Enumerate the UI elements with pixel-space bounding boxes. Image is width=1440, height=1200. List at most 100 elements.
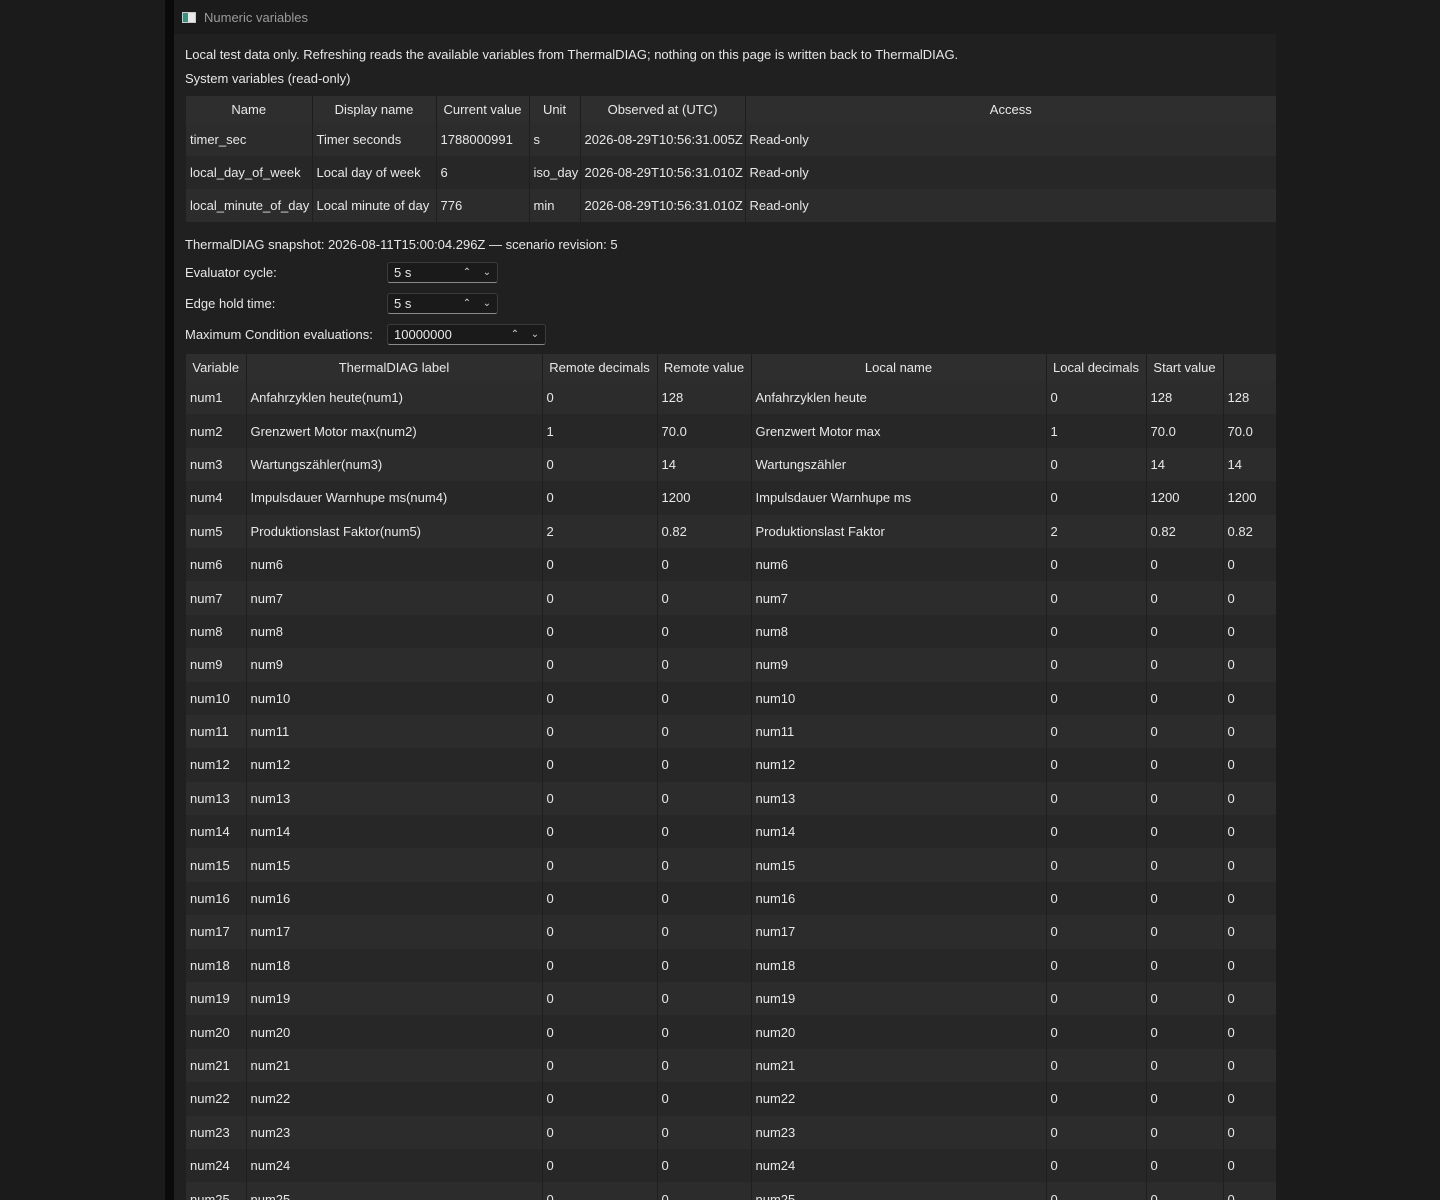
cell-current[interactable]: 0.82 bbox=[1223, 514, 1276, 548]
cell-start-value[interactable]: 0 bbox=[1146, 1148, 1224, 1183]
cell-current[interactable]: 0 bbox=[1223, 681, 1276, 715]
cell-local-name[interactable]: num8 bbox=[751, 614, 1047, 649]
cell-current[interactable]: 0 bbox=[1223, 915, 1276, 949]
table-row[interactable]: num16 num16 0 0 num16 0 0 0 bbox=[186, 881, 1276, 916]
cell-unit[interactable]: min bbox=[529, 189, 581, 222]
column-header-unit[interactable]: Unit bbox=[529, 96, 581, 123]
cell-variable[interactable]: num10 bbox=[186, 681, 247, 715]
cell-remote-decimals[interactable]: 0 bbox=[542, 714, 658, 749]
table-row[interactable]: num4 Impulsdauer Warnhupe ms(num4) 0 1200 Im… bbox=[186, 481, 1276, 515]
cell-variable[interactable]: num18 bbox=[186, 948, 247, 983]
cell-name[interactable]: timer_sec bbox=[186, 123, 313, 156]
table-row[interactable]: local_day_of_week Local day of week 6 iso_d… bbox=[186, 156, 1276, 189]
cell-remote-decimals[interactable]: 0 bbox=[542, 881, 658, 916]
cell-remote-decimals[interactable]: 0 bbox=[542, 481, 658, 515]
cell-remote-decimals[interactable]: 0 bbox=[542, 447, 658, 482]
cell-thermaldiag-label[interactable]: num9 bbox=[246, 648, 543, 682]
cell-current[interactable]: 0 bbox=[1223, 1015, 1276, 1049]
cell-start-value[interactable]: 0 bbox=[1146, 614, 1224, 649]
cell-remote-value[interactable]: 0 bbox=[657, 1148, 752, 1183]
cell-variable[interactable]: num8 bbox=[186, 614, 247, 649]
column-header-remote-value[interactable]: Remote value bbox=[657, 354, 752, 381]
cell-current[interactable]: 1200 bbox=[1223, 481, 1276, 515]
cell-start-value[interactable]: 0 bbox=[1146, 714, 1224, 749]
cell-local-name[interactable]: num16 bbox=[751, 881, 1047, 916]
cell-remote-decimals[interactable]: 1 bbox=[542, 414, 658, 448]
cell-remote-decimals[interactable]: 0 bbox=[542, 915, 658, 949]
cell-remote-decimals[interactable]: 0 bbox=[542, 1148, 658, 1183]
cell-variable[interactable]: num6 bbox=[186, 547, 247, 582]
cell-local-decimals[interactable]: 0 bbox=[1046, 781, 1147, 816]
cell-local-decimals[interactable]: 0 bbox=[1046, 614, 1147, 649]
cell-local-name[interactable]: num19 bbox=[751, 982, 1047, 1016]
cell-local-decimals[interactable]: 0 bbox=[1046, 481, 1147, 515]
cell-variable[interactable]: num17 bbox=[186, 915, 247, 949]
chevron-down-icon[interactable]: ⌄ bbox=[525, 325, 545, 344]
cell-local-name[interactable]: num24 bbox=[751, 1148, 1047, 1183]
cell-variable[interactable]: num11 bbox=[186, 714, 247, 749]
cell-variable[interactable]: num4 bbox=[186, 481, 247, 515]
cell-current[interactable]: 0 bbox=[1223, 648, 1276, 682]
cell-local-name[interactable]: num7 bbox=[751, 581, 1047, 615]
cell-local-name[interactable]: num22 bbox=[751, 1082, 1047, 1116]
cell-current-value[interactable]: 6 bbox=[436, 156, 530, 189]
column-header-remote-decimals[interactable]: Remote decimals bbox=[542, 354, 658, 381]
cell-current-value[interactable]: 776 bbox=[436, 189, 530, 222]
cell-start-value[interactable]: 0 bbox=[1146, 881, 1224, 916]
table-row[interactable]: num13 num13 0 0 num13 0 0 0 bbox=[186, 781, 1276, 816]
cell-remote-value[interactable]: 0 bbox=[657, 748, 752, 782]
cell-remote-decimals[interactable]: 0 bbox=[542, 1048, 658, 1083]
cell-remote-value[interactable]: 14 bbox=[657, 447, 752, 482]
cell-thermaldiag-label[interactable]: Grenzwert Motor max(num2) bbox=[246, 414, 543, 448]
cell-remote-value[interactable]: 0 bbox=[657, 1082, 752, 1116]
cell-remote-value[interactable]: 0 bbox=[657, 1115, 752, 1149]
chevron-down-icon[interactable]: ⌄ bbox=[477, 294, 497, 313]
table-row[interactable]: num22 num22 0 0 num22 0 0 0 bbox=[186, 1082, 1276, 1116]
cell-variable[interactable]: num24 bbox=[186, 1148, 247, 1183]
cell-local-decimals[interactable]: 0 bbox=[1046, 1115, 1147, 1149]
evaluator-cycle-spinbox[interactable]: 5 s ⌃ ⌄ bbox=[387, 261, 498, 283]
cell-observed-at[interactable]: 2026-08-29T10:56:31.010Z bbox=[580, 156, 746, 189]
cell-local-name[interactable]: Wartungszähler bbox=[751, 447, 1047, 482]
cell-current[interactable]: 70.0 bbox=[1223, 414, 1276, 448]
cell-remote-value[interactable]: 0 bbox=[657, 848, 752, 882]
cell-local-name[interactable]: num10 bbox=[751, 681, 1047, 715]
column-header-display-name[interactable]: Display name bbox=[312, 96, 437, 123]
cell-local-name[interactable]: num18 bbox=[751, 948, 1047, 983]
cell-current[interactable]: 0 bbox=[1223, 948, 1276, 983]
cell-local-decimals[interactable]: 0 bbox=[1046, 1015, 1147, 1049]
cell-current[interactable]: 0 bbox=[1223, 1115, 1276, 1149]
cell-start-value[interactable]: 0.82 bbox=[1146, 514, 1224, 548]
cell-local-name[interactable]: Grenzwert Motor max bbox=[751, 414, 1047, 448]
cell-start-value[interactable]: 14 bbox=[1146, 447, 1224, 482]
cell-local-name[interactable]: num23 bbox=[751, 1115, 1047, 1149]
cell-remote-decimals[interactable]: 0 bbox=[542, 648, 658, 682]
cell-remote-decimals[interactable]: 0 bbox=[542, 1015, 658, 1049]
cell-thermaldiag-label[interactable]: num22 bbox=[246, 1082, 543, 1116]
table-row[interactable]: num8 num8 0 0 num8 0 0 0 bbox=[186, 614, 1276, 649]
cell-variable[interactable]: num12 bbox=[186, 748, 247, 782]
cell-thermaldiag-label[interactable]: Anfahrzyklen heute(num1) bbox=[246, 381, 543, 415]
column-header-variable[interactable]: Variable bbox=[186, 354, 247, 381]
chevron-up-icon[interactable]: ⌃ bbox=[457, 294, 477, 313]
cell-variable[interactable]: num1 bbox=[186, 381, 247, 415]
cell-local-decimals[interactable]: 0 bbox=[1046, 1048, 1147, 1083]
cell-access[interactable]: Read-only bbox=[745, 189, 1276, 222]
cell-start-value[interactable]: 0 bbox=[1146, 581, 1224, 615]
cell-variable[interactable]: num19 bbox=[186, 982, 247, 1016]
cell-local-decimals[interactable]: 2 bbox=[1046, 514, 1147, 548]
cell-current[interactable]: 0 bbox=[1223, 781, 1276, 816]
cell-remote-decimals[interactable]: 0 bbox=[542, 948, 658, 983]
cell-local-name[interactable]: Impulsdauer Warnhupe ms bbox=[751, 481, 1047, 515]
cell-display-name[interactable]: Local day of week bbox=[312, 156, 437, 189]
cell-variable[interactable]: num16 bbox=[186, 881, 247, 916]
cell-remote-decimals[interactable]: 0 bbox=[542, 982, 658, 1016]
cell-start-value[interactable]: 0 bbox=[1146, 648, 1224, 682]
table-row[interactable]: num25 num25 0 0 num25 0 0 0 bbox=[186, 1182, 1276, 1200]
table-row[interactable]: num9 num9 0 0 num9 0 0 0 bbox=[186, 648, 1276, 682]
cell-start-value[interactable]: 0 bbox=[1146, 748, 1224, 782]
table-row[interactable]: num11 num11 0 0 num11 0 0 0 bbox=[186, 714, 1276, 749]
chevron-up-icon[interactable]: ⌃ bbox=[505, 325, 525, 344]
cell-thermaldiag-label[interactable]: num7 bbox=[246, 581, 543, 615]
table-row[interactable]: num12 num12 0 0 num12 0 0 0 bbox=[186, 748, 1276, 782]
